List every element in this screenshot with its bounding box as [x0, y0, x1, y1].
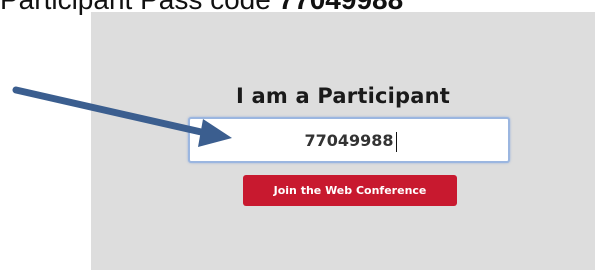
participant-code-input[interactable] — [188, 117, 510, 163]
text-cursor — [396, 132, 397, 152]
page: Participant Pass code 77049988 I am a Pa… — [0, 0, 595, 270]
join-web-conference-button[interactable]: Join the Web Conference — [243, 175, 457, 206]
participant-heading: I am a Participant — [236, 84, 450, 108]
